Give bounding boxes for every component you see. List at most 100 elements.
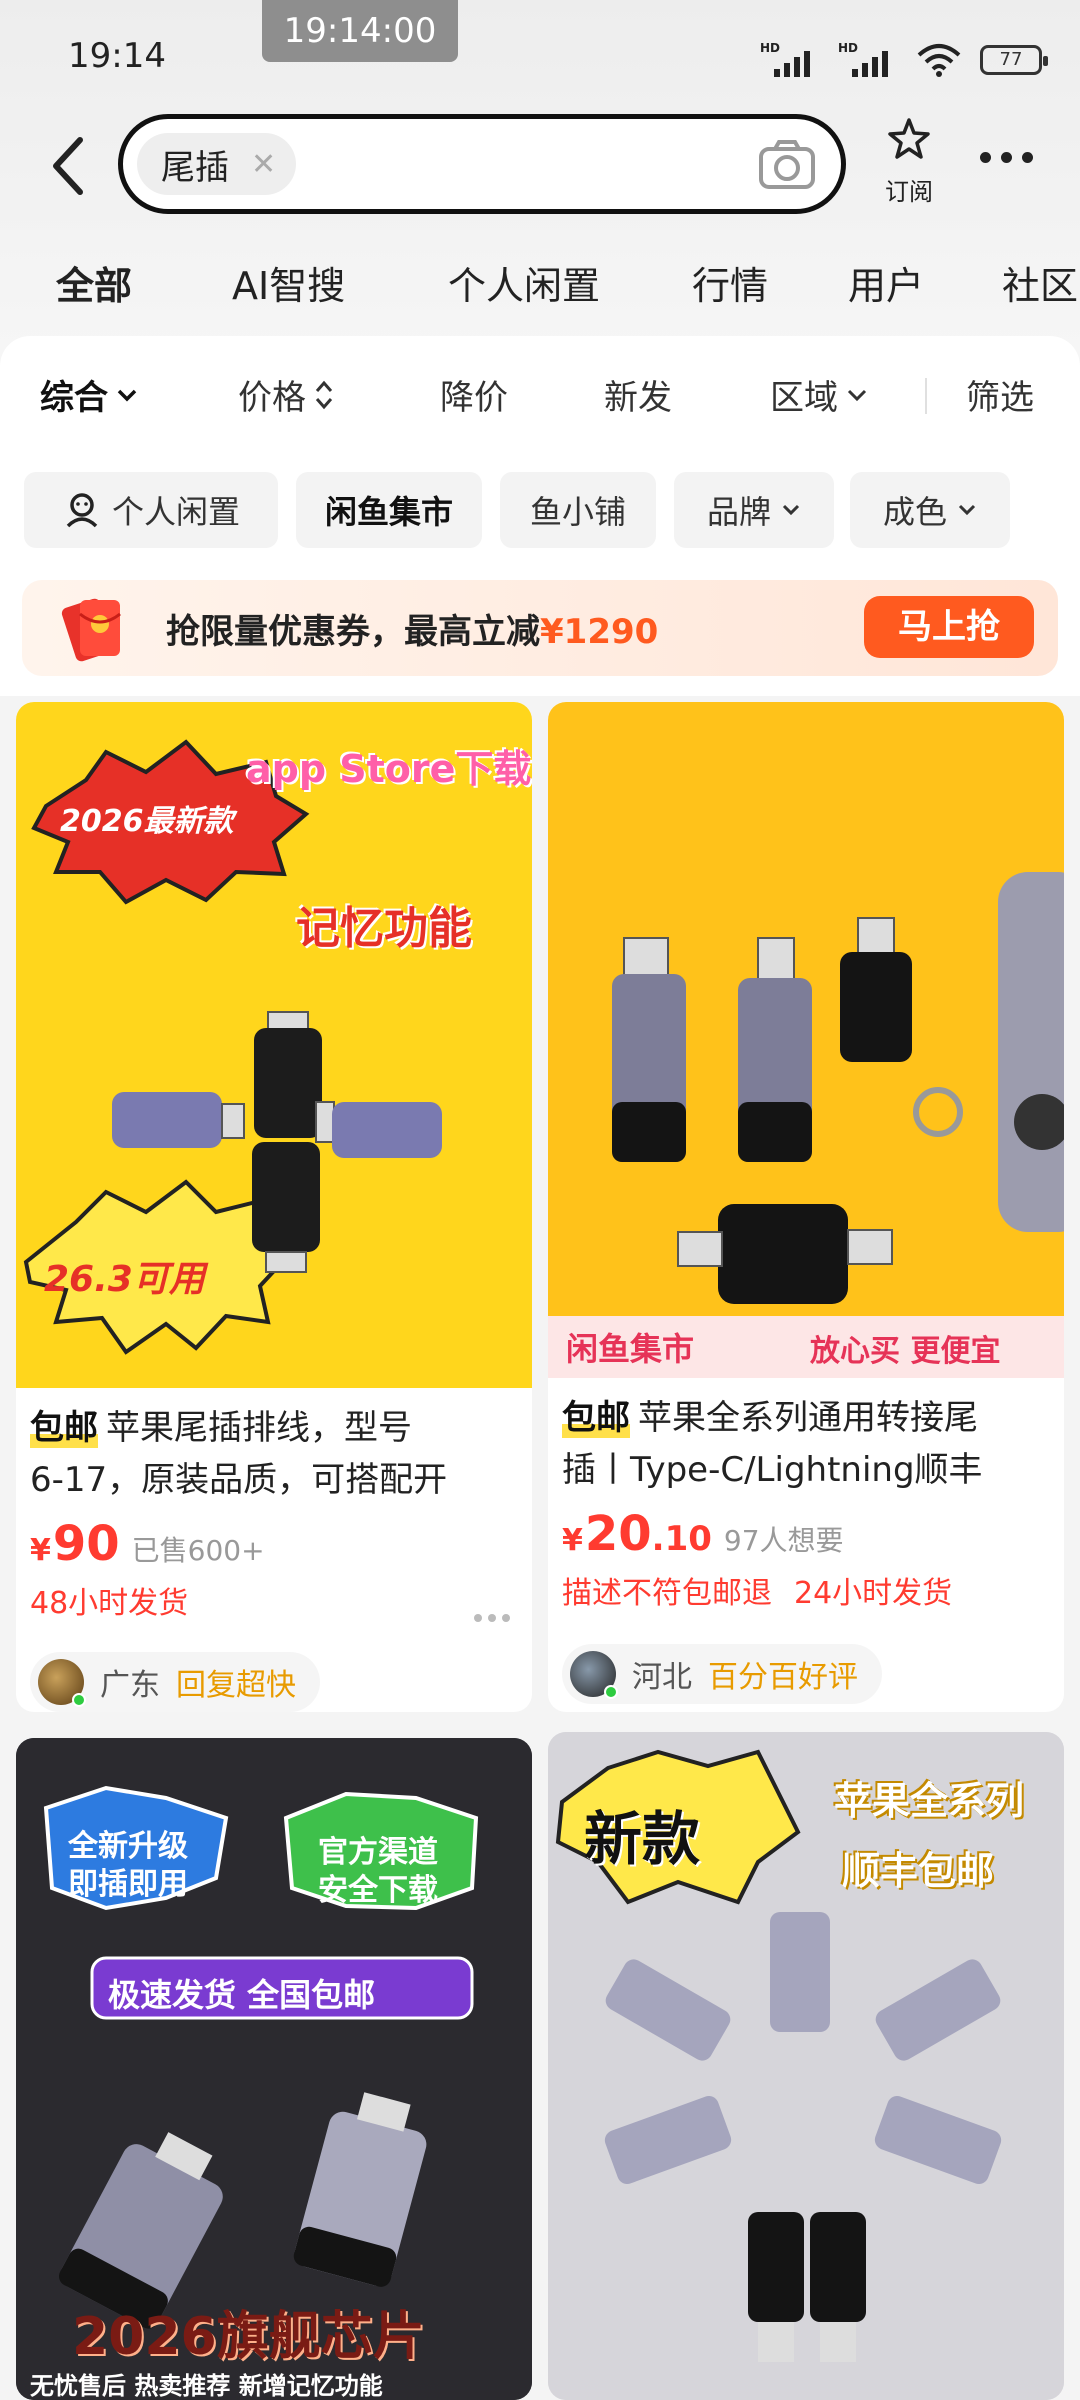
product-title-line2: 插丨Type-C/Lightning顺丰 (562, 1450, 983, 1490)
sort-filter[interactable]: 筛选 (966, 370, 1034, 419)
product-image[interactable]: 闲鱼集市 放心买 更便宜 (548, 702, 1064, 1378)
image-caption: 无忧售后 热卖推荐 新增记忆功能 (30, 2372, 383, 2400)
tab-personal-idle[interactable]: 个人闲置 (448, 255, 600, 310)
image-caption: 苹果全系列 (834, 1779, 1025, 1823)
tab-community[interactable]: 社区 (1002, 255, 1078, 310)
search-query-text: 尾插 (161, 147, 229, 188)
status-bar: 19:14 19:14:00 HD HD 77 (0, 0, 1080, 110)
tab-ai-search[interactable]: AI智搜 (232, 255, 345, 310)
price-row: ¥20.10 97人想要 (548, 1506, 1064, 1562)
image-caption: 极速发货 全国包邮 (108, 1976, 376, 2014)
coupon-amount: ¥1290 (540, 612, 659, 652)
sort-price-drop[interactable]: 降价 (440, 370, 508, 419)
image-caption: 放心买 更便宜 (810, 1334, 1001, 1369)
chip-fish-shop[interactable]: 鱼小铺 (500, 472, 656, 548)
product-photo (548, 872, 1064, 1378)
tab-market[interactable]: 行情 (692, 255, 768, 310)
sort-newest[interactable]: 新发 (604, 370, 672, 419)
camera-icon[interactable] (757, 137, 817, 193)
chevron-down-icon (782, 504, 800, 516)
image-caption: app Store下载 (246, 747, 532, 791)
tab-users[interactable]: 用户 (848, 255, 924, 310)
service-tag: 24小时发货 (794, 1576, 953, 1611)
product-card[interactable]: 新款 苹果全系列 顺丰包邮 (548, 1732, 1064, 2400)
seller-info[interactable]: 河北 百分百好评 (562, 1644, 882, 1704)
product-price: ¥90 (30, 1516, 120, 1572)
service-tag: 48小时发货 (30, 1586, 189, 1621)
chevron-down-icon (117, 389, 137, 401)
product-card[interactable]: app Store下载 2026最新款 记忆功能 26.3可用 包邮 苹果尾插排线… (16, 702, 532, 1712)
product-image[interactable]: 全新升级 即插即用 官方渠道 安全下载 极速发货 全国包邮 2026旗舰芯片 无… (16, 1738, 532, 2400)
image-caption: 2026最新款 (60, 804, 234, 839)
seller-location: 河北 (632, 1660, 692, 1695)
more-options-button[interactable] (980, 152, 1033, 163)
seller-location: 广东 (100, 1668, 160, 1703)
image-caption: 全新升级 即插即用 (68, 1829, 188, 1902)
coupon-text: 抢限量优惠券，最高立减¥1290 (166, 612, 659, 652)
clear-query-icon[interactable]: ✕ (251, 147, 276, 182)
clock-overlay: 19:14:00 (262, 0, 458, 62)
product-image[interactable]: app Store下载 2026最新款 记忆功能 26.3可用 (16, 702, 532, 1388)
chevron-left-icon (53, 137, 83, 195)
seller-info[interactable]: 广东 回复超快 (30, 1652, 320, 1712)
search-query-chip[interactable]: 尾插 ✕ (137, 133, 297, 195)
wifi-icon (917, 44, 961, 77)
subscribe-label: 订阅 (885, 178, 933, 206)
free-shipping-badge: 包邮 (562, 1392, 630, 1444)
category-tabs: 全部 AI智搜 个人闲置 行情 用户 社区 (0, 255, 1080, 315)
chip-xianyu-market[interactable]: 闲鱼集市 (296, 472, 482, 548)
chip-personal-idle[interactable]: 个人闲置 (24, 472, 278, 548)
grab-coupon-button[interactable]: 马上抢 (864, 596, 1034, 658)
chip-brand[interactable]: 品牌 (674, 472, 834, 548)
free-shipping-badge: 包邮 (30, 1402, 98, 1454)
chevron-down-icon (847, 389, 867, 401)
red-envelope-icon (61, 598, 121, 662)
subscribe-button[interactable]: 订阅 (876, 116, 942, 216)
sort-updown-icon (315, 380, 333, 409)
service-tag: 描述不符包邮退 (562, 1576, 772, 1611)
chevron-down-icon (958, 504, 976, 516)
coupon-banner[interactable]: 抢限量优惠券，最高立减¥1290 马上抢 (22, 580, 1058, 676)
product-title-line2: 6-17，原装品质，可搭配开 (30, 1460, 448, 1500)
seller-tag: 百分百好评 (708, 1660, 858, 1695)
avatar (570, 1651, 618, 1699)
person-icon (66, 493, 98, 528)
divider (925, 378, 927, 414)
status-icons: HD HD 77 (760, 40, 1048, 80)
image-caption: 闲鱼集市 (566, 1330, 695, 1368)
image-caption: 官方渠道 安全下载 (318, 1835, 438, 1908)
battery-icon: 77 (980, 45, 1048, 75)
image-caption: 顺丰包邮 (842, 1849, 995, 1893)
tab-all[interactable]: 全部 (56, 255, 133, 310)
seller-tag: 回复超快 (176, 1668, 296, 1703)
product-card[interactable]: 闲鱼集市 放心买 更便宜 包邮 苹果全系列通用转接尾 插丨Type-C/Light… (548, 702, 1064, 1712)
chip-condition[interactable]: 成色 (850, 472, 1010, 548)
price-row: ¥90 已售600+ (16, 1516, 532, 1572)
cell-signal-icon: HD (760, 41, 820, 77)
star-pin-icon (888, 118, 930, 159)
image-caption: 新款 (584, 1805, 701, 1873)
product-info: 包邮 苹果全系列通用转接尾 插丨Type-C/Lightning顺丰 ¥20.10… (548, 1392, 1064, 1612)
product-price: ¥20.10 (562, 1506, 712, 1562)
sort-price[interactable]: 价格 (238, 370, 334, 419)
want-count: 97人想要 (723, 1524, 844, 1557)
service-tags: 描述不符包邮退 24小时发货 (548, 1568, 1064, 1612)
product-title: 包邮 苹果尾插排线，型号 (16, 1402, 532, 1454)
back-button[interactable] (44, 134, 94, 198)
image-caption: 2026旗舰芯片 (72, 2307, 425, 2367)
sort-bar: 综合 价格 降价 新发 区域 筛选 (0, 370, 1080, 430)
avatar (38, 1659, 86, 1707)
card-more-icon[interactable] (474, 1614, 510, 1622)
product-image[interactable]: 新款 苹果全系列 顺丰包邮 (548, 1732, 1064, 2400)
image-caption: 记忆功能 (296, 903, 472, 954)
sort-comprehensive[interactable]: 综合 (40, 370, 138, 419)
search-input[interactable]: 尾插 ✕ (118, 114, 846, 214)
product-info: 包邮 苹果尾插排线，型号 6-17，原装品质，可搭配开 ¥90 已售600+ 48… (16, 1402, 532, 1622)
sold-count: 已售600+ (131, 1534, 265, 1567)
cell-signal-icon: HD (838, 41, 898, 77)
image-caption: 26.3可用 (44, 1259, 205, 1300)
status-time: 19:14 (68, 36, 166, 76)
product-title: 包邮 苹果全系列通用转接尾 (548, 1392, 1064, 1444)
product-card[interactable]: 全新升级 即插即用 官方渠道 安全下载 极速发货 全国包邮 2026旗舰芯片 无… (16, 1738, 532, 2400)
sort-region[interactable]: 区域 (770, 370, 868, 419)
